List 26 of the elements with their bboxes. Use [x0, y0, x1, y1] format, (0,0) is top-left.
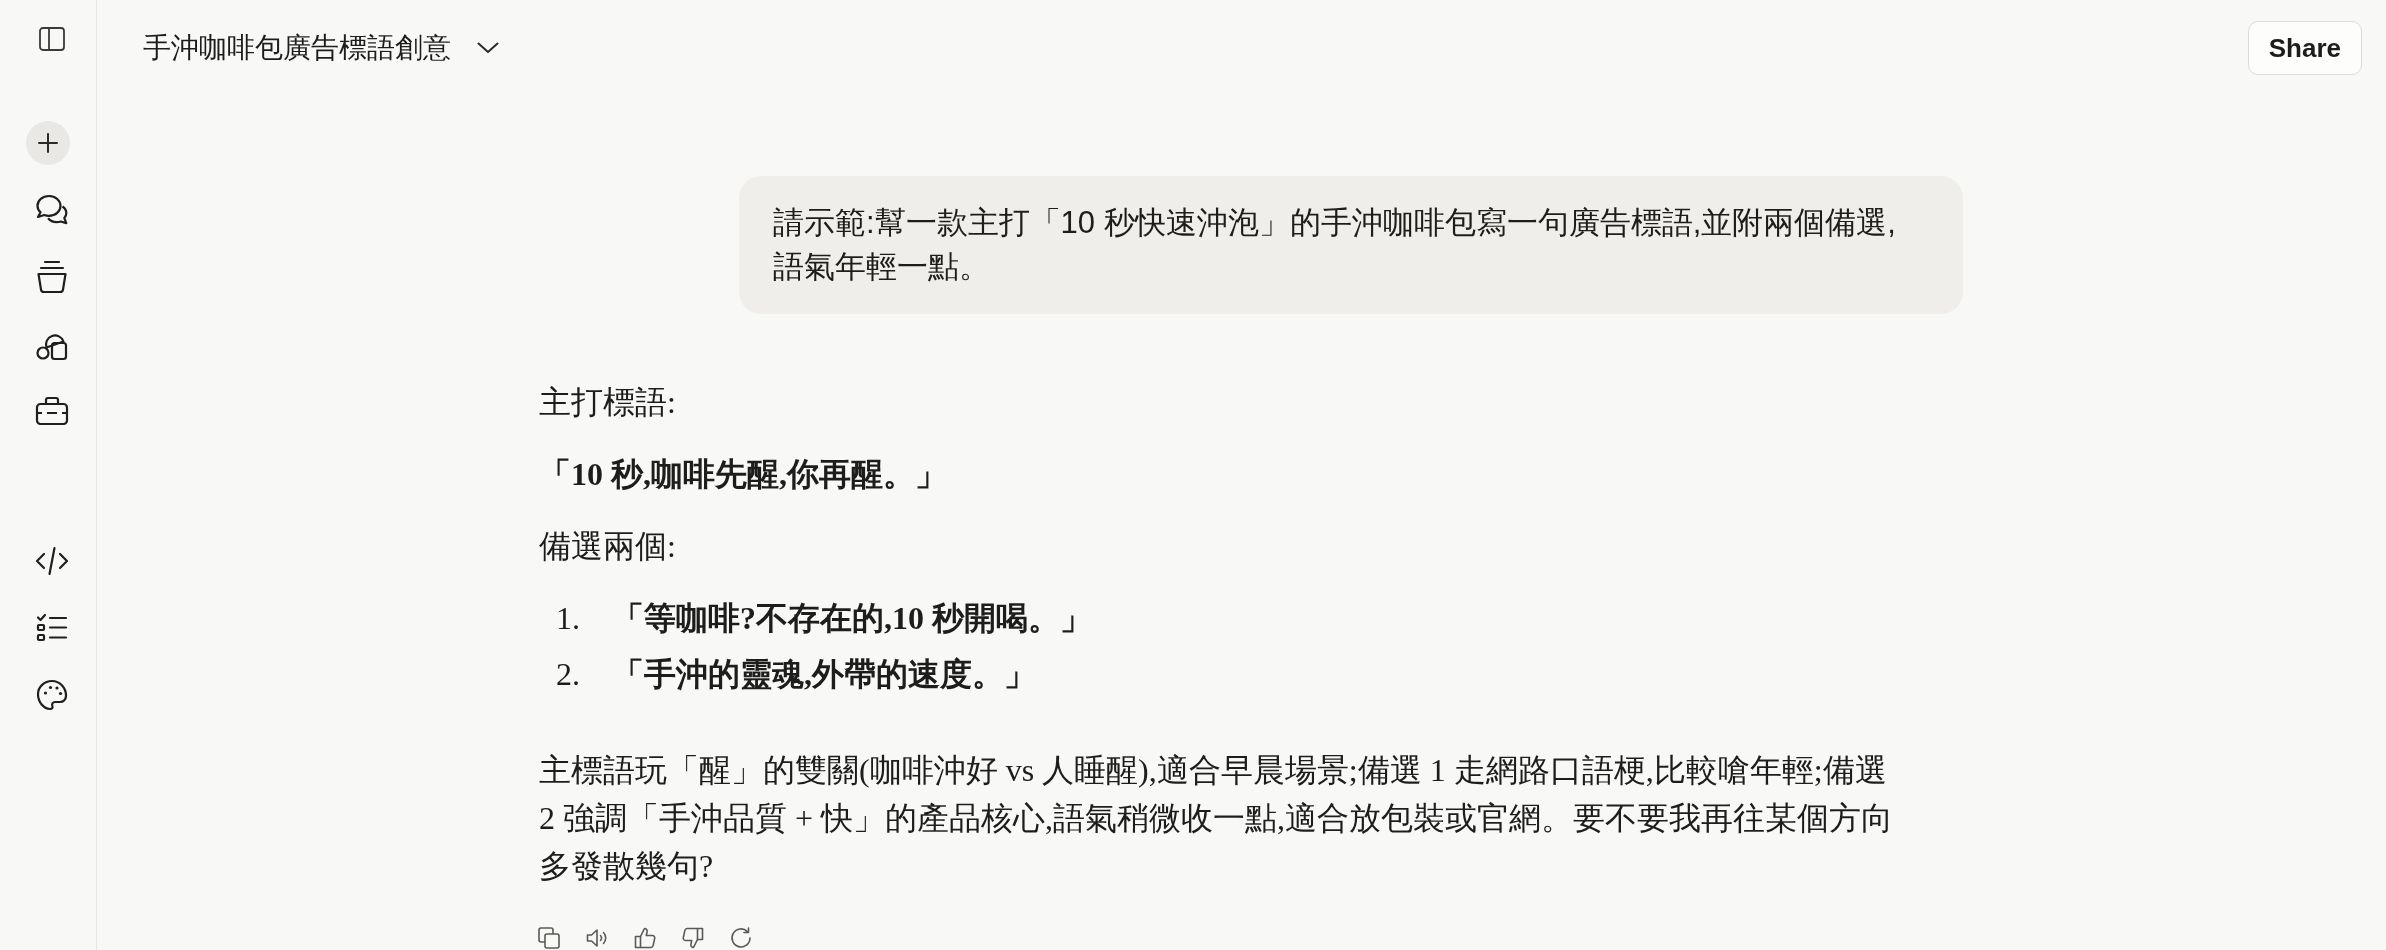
list-number: 1.: [555, 599, 581, 638]
response-text: 主標語玩「醒」的雙關(咖啡沖好 vs 人睡醒),適合早晨場景;備選 1 走網路口語梗,比較嗆年輕;備選 2 強調「手沖品質 + 快」的產品核心,語氣稍微收一點,適合放包裝或官網。要不要我再往某個方向多發散幾句?: [539, 751, 1895, 886]
list-item-text: 「手沖的靈魂,外帶的速度。」: [612, 655, 1036, 694]
copy-icon[interactable]: [538, 927, 560, 949]
thumbs-up-icon[interactable]: [634, 927, 656, 949]
response-text: 主打標語:: [539, 383, 676, 422]
chat-title-button[interactable]: 手沖咖啡包廣告標語創意: [143, 30, 499, 66]
code-icon[interactable]: [35, 546, 69, 576]
list-number: 2.: [555, 655, 581, 694]
checklist-icon[interactable]: [36, 613, 68, 643]
palette-icon[interactable]: [36, 679, 68, 711]
briefcase-icon[interactable]: [35, 396, 69, 426]
chat-bubbles-icon[interactable]: [35, 194, 69, 226]
chevron-down-icon[interactable]: [477, 42, 499, 54]
share-button[interactable]: Share: [2247, 21, 2362, 75]
response-text: 備選兩個:: [539, 527, 676, 566]
slogan-text: 「10 秒,咖啡先醒,你再醒。」: [539, 455, 947, 494]
user-message-text: 請示範:幫一款主打「10 秒快速沖泡」的手沖咖啡包寫一句廣告標語,並附兩個備選,語氣年輕一點。: [773, 205, 1896, 284]
speaker-icon[interactable]: [586, 927, 608, 949]
thumbs-down-icon[interactable]: [682, 927, 704, 949]
sidebar-toggle-icon[interactable]: [39, 27, 65, 51]
new-chat-button[interactable]: [26, 121, 70, 165]
plus-icon: [38, 133, 58, 153]
list-item-text: 「等咖啡?不存在的,10 秒開喝。」: [612, 599, 1092, 638]
retry-icon[interactable]: [730, 927, 752, 949]
tray-stack-icon[interactable]: [36, 260, 68, 294]
